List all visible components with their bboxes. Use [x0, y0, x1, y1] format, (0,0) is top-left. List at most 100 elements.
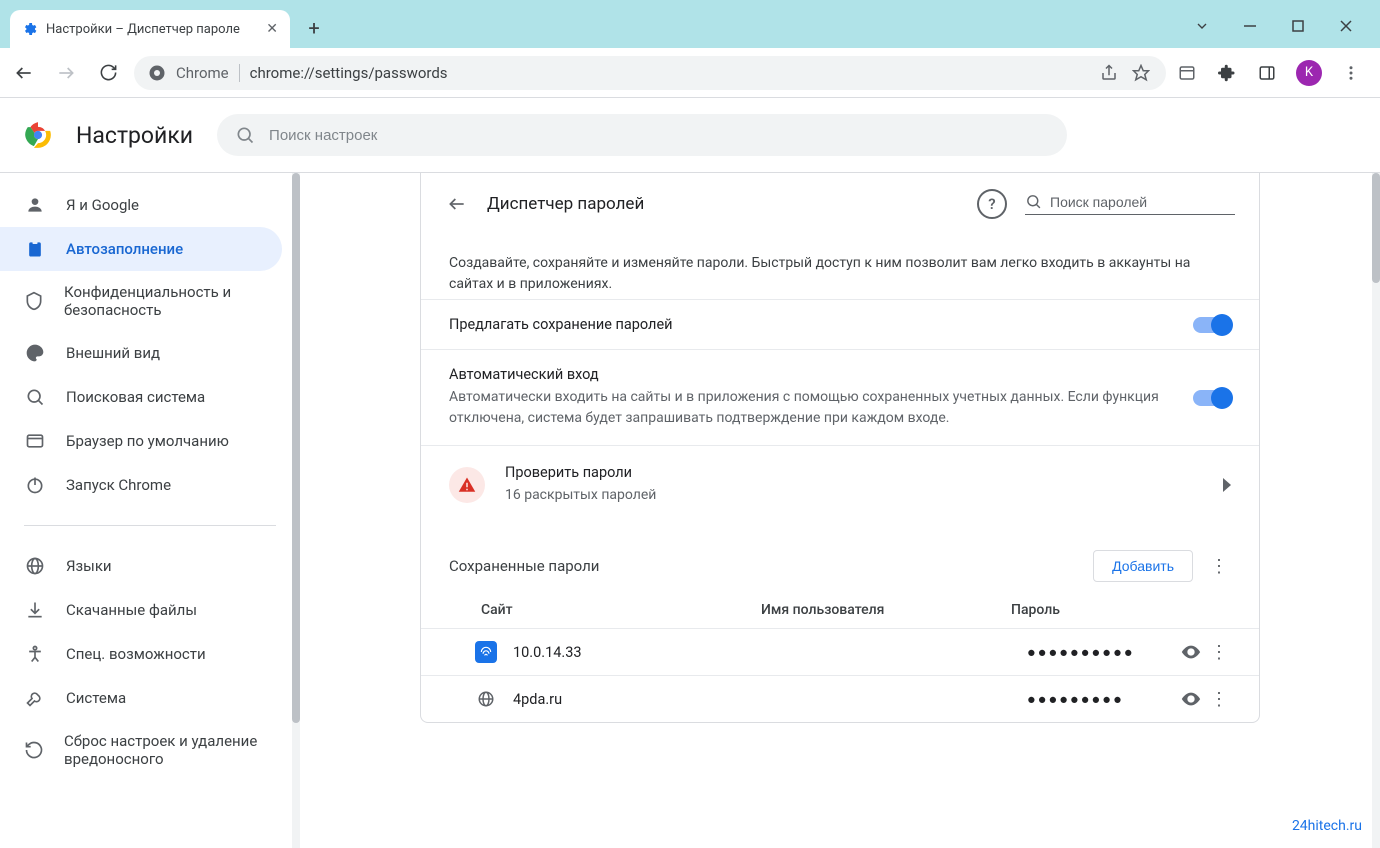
site-name: 4pda.ru — [513, 691, 777, 708]
page-title: Настройки — [76, 122, 193, 149]
sidebar-item-search-engine[interactable]: Поисковая система — [0, 375, 282, 419]
settings-search-input[interactable] — [269, 127, 1049, 144]
help-button[interactable]: ? — [977, 189, 1007, 219]
omnibox[interactable]: Chrome chrome://settings/passwords — [134, 56, 1166, 90]
password-row[interactable]: 10.0.14.33 ●●●●●●●●●● ⋮ — [421, 628, 1259, 675]
share-icon[interactable] — [1098, 62, 1120, 84]
person-icon — [24, 195, 46, 215]
power-icon — [24, 475, 46, 495]
passwords-table-header: Сайт Имя пользователя Пароль — [421, 592, 1259, 628]
bookmark-star-icon[interactable] — [1130, 62, 1152, 84]
auto-signin-setting: Автоматический вход Автоматически входит… — [421, 349, 1259, 445]
settings-search[interactable] — [217, 114, 1067, 156]
password-row[interactable]: 4pda.ru ●●●●●●●●● ⋮ — [421, 675, 1259, 722]
sidebar-item-on-startup[interactable]: Запуск Chrome — [0, 463, 282, 507]
back-button[interactable] — [8, 57, 40, 89]
password-masked: ●●●●●●●●●● — [1027, 644, 1175, 661]
offer-save-toggle[interactable] — [1193, 317, 1231, 333]
omnibox-divider — [239, 64, 240, 82]
saved-passwords-header: Сохраненные пароли Добавить ⋮ — [421, 524, 1259, 592]
tab-title: Настройки – Диспетчер пароле — [46, 22, 258, 37]
chrome-logo-icon — [24, 121, 52, 149]
sidebar-item-you-and-google[interactable]: Я и Google — [0, 183, 282, 227]
row-more-button[interactable]: ⋮ — [1207, 689, 1231, 710]
settings-header: Настройки — [0, 98, 1380, 172]
forward-button[interactable] — [50, 57, 82, 89]
watermark-text: 24hitech.ru — [1292, 818, 1362, 834]
restore-icon — [24, 740, 44, 760]
close-tab-button[interactable]: ✕ — [266, 21, 278, 37]
search-icon — [235, 125, 255, 145]
maximize-button[interactable] — [1288, 16, 1308, 36]
show-password-button[interactable] — [1175, 688, 1207, 710]
sidebar-item-downloads[interactable]: Скачанные файлы — [0, 588, 282, 632]
profile-avatar[interactable]: K — [1296, 60, 1322, 86]
download-icon — [24, 600, 46, 620]
sidebar-item-default-browser[interactable]: Браузер по умолчанию — [0, 419, 282, 463]
window-controls — [1192, 16, 1380, 48]
sidebar-item-reset[interactable]: Сброс настроек и удаление вредоносного — [0, 720, 282, 780]
column-user: Имя пользователя — [761, 602, 1011, 618]
site-favicon — [475, 688, 497, 710]
clipboard-icon — [24, 239, 46, 259]
search-icon — [24, 387, 46, 407]
omnibox-app-label: Chrome — [176, 64, 229, 82]
sidebar-item-system[interactable]: Система — [0, 676, 282, 720]
sidebar: Я и Google Автозаполнение Конфиденциальн… — [0, 173, 300, 848]
password-search[interactable] — [1025, 193, 1235, 215]
show-password-button[interactable] — [1175, 641, 1207, 663]
menu-button[interactable] — [1340, 62, 1362, 84]
main-content: Диспетчер паролей ? Создавайте, сохраняй… — [300, 173, 1380, 848]
auto-signin-title: Автоматический вход — [449, 366, 1173, 383]
reading-list-icon[interactable] — [1176, 62, 1198, 84]
password-masked: ●●●●●●●●● — [1027, 691, 1175, 708]
sidebar-scrollbar[interactable] — [292, 173, 300, 848]
wrench-icon — [24, 688, 46, 708]
sidebar-divider — [24, 525, 276, 526]
column-password: Пароль — [1011, 602, 1231, 618]
shield-icon — [24, 291, 44, 311]
minimize-button[interactable] — [1240, 16, 1260, 36]
chevron-down-icon[interactable] — [1192, 16, 1212, 36]
window-titlebar: Настройки – Диспетчер пароле ✕ + — [0, 0, 1380, 48]
add-password-button[interactable]: Добавить — [1093, 550, 1193, 582]
browser-tab[interactable]: Настройки – Диспетчер пароле ✕ — [10, 10, 290, 48]
main-scrollbar[interactable] — [1372, 173, 1380, 848]
accessibility-icon — [24, 644, 46, 664]
chevron-right-icon — [1221, 478, 1231, 492]
sidebar-item-appearance[interactable]: Внешний вид — [0, 331, 282, 375]
chrome-icon — [148, 64, 166, 82]
back-arrow-button[interactable] — [445, 192, 469, 216]
side-panel-icon[interactable] — [1256, 62, 1278, 84]
address-bar: Chrome chrome://settings/passwords K — [0, 48, 1380, 98]
check-sub: 16 раскрытых паролей — [505, 485, 1201, 506]
check-title: Проверить пароли — [505, 464, 1201, 481]
auto-signin-sub: Автоматически входить на сайты и в прило… — [449, 387, 1173, 429]
auto-signin-toggle[interactable] — [1193, 390, 1231, 406]
card-title: Диспетчер паролей — [487, 194, 959, 214]
site-favicon — [475, 641, 497, 663]
password-search-input[interactable] — [1050, 194, 1235, 210]
sidebar-item-accessibility[interactable]: Спец. возможности — [0, 632, 282, 676]
sidebar-item-autofill[interactable]: Автозаполнение — [0, 227, 282, 271]
sidebar-item-privacy[interactable]: Конфиденциальность и безопасность — [0, 271, 282, 331]
saved-title: Сохраненные пароли — [449, 557, 1079, 575]
offer-save-title: Предлагать сохранение паролей — [449, 316, 1173, 333]
sidebar-item-languages[interactable]: Языки — [0, 544, 282, 588]
check-passwords-row[interactable]: Проверить пароли 16 раскрытых паролей — [421, 445, 1259, 524]
column-site: Сайт — [481, 602, 761, 618]
offer-save-setting: Предлагать сохранение паролей — [421, 299, 1259, 349]
card-header: Диспетчер паролей ? — [421, 173, 1259, 235]
site-name: 10.0.14.33 — [513, 644, 777, 661]
row-more-button[interactable]: ⋮ — [1207, 642, 1231, 663]
close-window-button[interactable] — [1336, 16, 1356, 36]
warning-triangle-icon — [449, 467, 485, 503]
reload-button[interactable] — [92, 57, 124, 89]
globe-icon — [24, 556, 46, 576]
gear-icon — [22, 21, 38, 37]
search-icon — [1025, 193, 1042, 210]
palette-icon — [24, 343, 46, 363]
saved-more-button[interactable]: ⋮ — [1207, 556, 1231, 577]
new-tab-button[interactable]: + — [298, 12, 330, 44]
extensions-icon[interactable] — [1216, 62, 1238, 84]
